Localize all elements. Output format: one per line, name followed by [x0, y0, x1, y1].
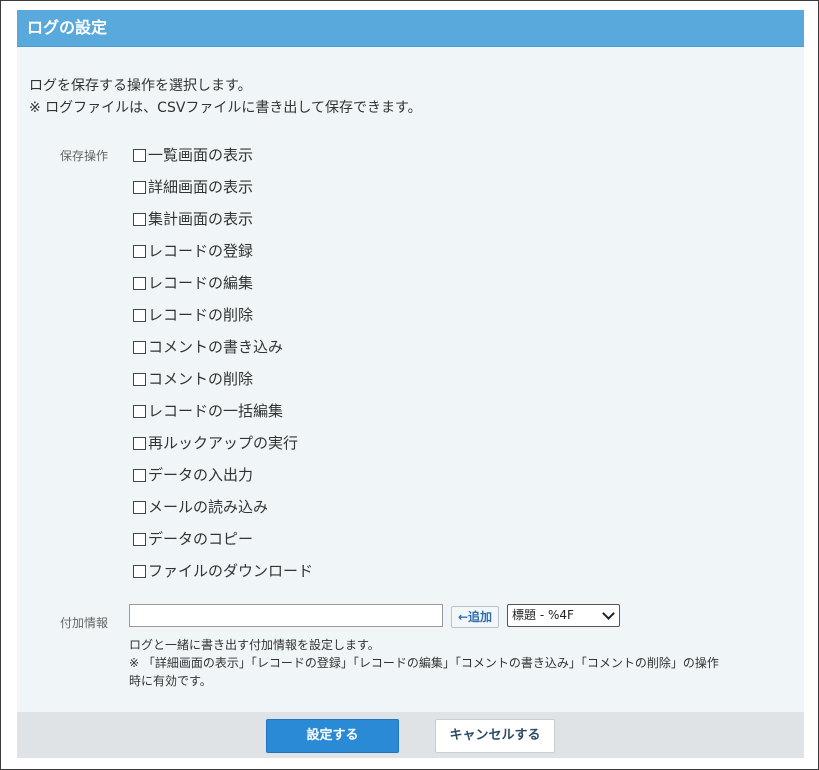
operation-checkbox-aggregate-view[interactable]: 集計画面の表示: [133, 209, 313, 241]
operation-checkbox-file-download[interactable]: ファイルのダウンロード: [133, 561, 313, 593]
checkbox[interactable]: [133, 565, 146, 578]
checkbox[interactable]: [133, 181, 146, 194]
operation-checkbox-detail-view[interactable]: 詳細画面の表示: [133, 177, 313, 209]
checkbox[interactable]: [133, 405, 146, 418]
operations-list: 一覧画面の表示 詳細画面の表示 集計画面の表示 レコードの登録 レコードの編集 …: [133, 145, 313, 593]
checkbox[interactable]: [133, 533, 146, 546]
chevron-down-icon: [602, 607, 615, 620]
help-line: ログと一緒に書き出す付加情報を設定します。: [129, 638, 380, 652]
field-select[interactable]: 標題 - %4F: [507, 604, 620, 627]
operation-checkbox-record-create[interactable]: レコードの登録: [133, 241, 313, 273]
operation-checkbox-bulk-edit[interactable]: レコードの一括編集: [133, 401, 313, 433]
checkbox[interactable]: [133, 245, 146, 258]
cancel-button[interactable]: キャンセルする: [435, 719, 555, 753]
help-note-cont: 時に有効です。: [129, 674, 212, 688]
operation-checkbox-data-io[interactable]: データの入出力: [133, 465, 313, 497]
operation-label: メールの読み込み: [148, 498, 269, 516]
operation-label: 一覧画面の表示: [148, 146, 254, 164]
add-button[interactable]: ←追加: [451, 606, 499, 628]
save-button[interactable]: 設定する: [266, 719, 399, 753]
operation-checkbox-record-delete[interactable]: レコードの削除: [133, 305, 313, 337]
checkbox[interactable]: [133, 149, 146, 162]
operations-label: 保存操作: [60, 149, 109, 163]
operation-label: コメントの書き込み: [148, 338, 284, 356]
operation-label: ファイルのダウンロード: [148, 562, 314, 580]
field-select-value: 標題 - %4F: [512, 608, 574, 622]
operation-label: レコードの登録: [148, 242, 254, 260]
operation-label: レコードの一括編集: [148, 402, 284, 420]
checkbox[interactable]: [133, 277, 146, 290]
operation-label: データのコピー: [148, 530, 254, 548]
operation-label: コメントの削除: [148, 370, 254, 388]
operation-checkbox-list-view[interactable]: 一覧画面の表示: [133, 145, 313, 177]
additional-info-input[interactable]: [129, 604, 443, 627]
checkbox[interactable]: [133, 213, 146, 226]
log-settings-panel: ログの設定 ログを保存する操作を選択します。 ※ ログファイルは、CSVファイル…: [17, 10, 804, 758]
checkbox[interactable]: [133, 309, 146, 322]
description-note: ※ ログファイルは、CSVファイルに書き出して保存できます。: [29, 100, 422, 116]
checkbox[interactable]: [133, 437, 146, 450]
operation-label: 集計画面の表示: [148, 210, 254, 228]
additional-info-help: ログと一緒に書き出す付加情報を設定します。 ※ 「詳細画面の表示」「レコードの登…: [129, 636, 719, 690]
operation-checkbox-comment-write[interactable]: コメントの書き込み: [133, 337, 313, 369]
additional-info-label: 付加情報: [60, 616, 109, 630]
checkbox[interactable]: [133, 501, 146, 514]
checkbox[interactable]: [133, 469, 146, 482]
operation-label: レコードの編集: [148, 274, 254, 292]
checkbox[interactable]: [133, 341, 146, 354]
dialog-footer: 設定する キャンセルする: [17, 712, 804, 758]
operation-checkbox-record-edit[interactable]: レコードの編集: [133, 273, 313, 305]
operation-label: 詳細画面の表示: [148, 178, 254, 196]
operation-checkbox-relookup[interactable]: 再ルックアップの実行: [133, 433, 313, 465]
operation-checkbox-comment-delete[interactable]: コメントの削除: [133, 369, 313, 401]
checkbox[interactable]: [133, 373, 146, 386]
operation-checkbox-mail-import[interactable]: メールの読み込み: [133, 497, 313, 529]
operation-checkbox-data-copy[interactable]: データのコピー: [133, 529, 313, 561]
operation-label: 再ルックアップの実行: [148, 434, 299, 452]
help-note: ※ 「詳細画面の表示」「レコードの登録」「レコードの編集」「コメントの書き込み」…: [129, 656, 719, 670]
description: ログを保存する操作を選択します。 ※ ログファイルは、CSVファイルに書き出して…: [29, 75, 422, 119]
dialog-frame: ログの設定 ログを保存する操作を選択します。 ※ ログファイルは、CSVファイル…: [0, 0, 819, 770]
dialog-title: ログの設定: [17, 10, 804, 47]
operation-label: レコードの削除: [148, 306, 254, 324]
operation-label: データの入出力: [148, 466, 254, 484]
description-line: ログを保存する操作を選択します。: [29, 78, 252, 94]
